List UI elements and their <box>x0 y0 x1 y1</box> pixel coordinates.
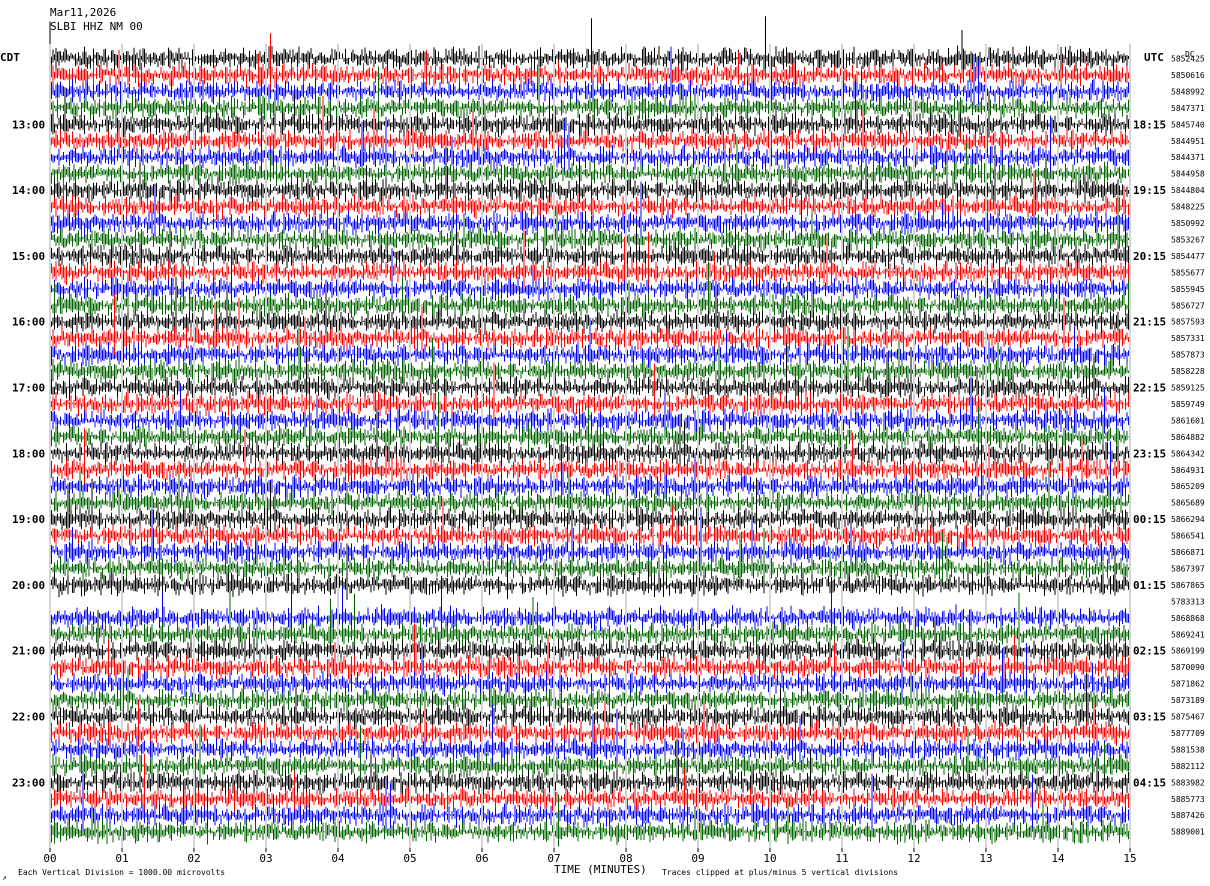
x-tick-label: 11 <box>835 852 848 865</box>
utc-hour-label: 23:15 <box>1133 447 1166 460</box>
utc-hour-label: 22:15 <box>1133 382 1166 395</box>
local-hour-label: 17:00 <box>12 382 45 395</box>
x-tick-label: 02 <box>187 852 200 865</box>
dc-offset-value: 5877709 <box>1171 729 1205 738</box>
local-hour-label: 21:00 <box>12 645 45 658</box>
dc-offset-value: 5865689 <box>1171 499 1205 508</box>
dc-offset-value: 5864342 <box>1171 449 1205 458</box>
dc-offset-value: 5859749 <box>1171 400 1205 409</box>
dc-offset-value: 5847371 <box>1171 104 1205 113</box>
local-hour-label: 19:00 <box>12 513 45 526</box>
station-label: SLBI HHZ NM 00 <box>50 20 143 33</box>
dc-offset-value: 5889001 <box>1171 828 1205 837</box>
dc-offset-value: 5866541 <box>1171 532 1205 541</box>
dc-offset-value: 5844958 <box>1171 170 1205 179</box>
x-tick-label: 10 <box>763 852 776 865</box>
x-tick-label: 06 <box>475 852 488 865</box>
dc-header-label: DC <box>1185 50 1195 59</box>
utc-hour-label: 03:15 <box>1133 711 1166 724</box>
date-label: Mar11,2026 <box>50 6 116 19</box>
utc-hour-label: 18:15 <box>1133 118 1166 131</box>
dc-offset-value: 5866294 <box>1171 515 1205 524</box>
utc-hour-label: 02:15 <box>1133 645 1166 658</box>
x-tick-label: 14 <box>1051 852 1065 865</box>
x-tick-label: 03 <box>259 852 272 865</box>
left-zone-label: CDT <box>0 51 20 64</box>
dc-offset-value: 5875467 <box>1171 713 1205 722</box>
x-tick-label: 12 <box>907 852 920 865</box>
local-hour-label: 16:00 <box>12 316 45 329</box>
utc-hour-label: 04:15 <box>1133 776 1166 789</box>
trace-row <box>49 16 1131 76</box>
dc-offset-value: 5882112 <box>1171 762 1205 771</box>
clip-note: Traces clipped at plus/minus 5 vertical … <box>662 868 898 877</box>
x-tick-label: 05 <box>403 852 416 865</box>
scale-note: Each Vertical Division = 1000.00 microvo… <box>18 868 225 877</box>
local-hour-label: 23:00 <box>12 776 45 789</box>
dc-offset-value: 5855945 <box>1171 285 1205 294</box>
dc-offset-value: 5857873 <box>1171 351 1205 360</box>
x-tick-label: 00 <box>43 852 56 865</box>
dc-offset-labels: 5852425585061658489925847371584574058449… <box>1171 55 1205 837</box>
local-hour-label: 22:00 <box>12 711 45 724</box>
dc-offset-value: 5844951 <box>1171 137 1205 146</box>
utc-hour-label: 20:15 <box>1133 250 1166 263</box>
dc-offset-value: 5844371 <box>1171 153 1205 162</box>
utc-hour-label: 19:15 <box>1133 184 1166 197</box>
dc-offset-value: 5887426 <box>1171 811 1205 820</box>
local-hour-label: 14:00 <box>12 184 45 197</box>
dc-offset-value: 5873189 <box>1171 696 1205 705</box>
dc-offset-value: 5864931 <box>1171 466 1205 475</box>
dc-offset-value: 5848992 <box>1171 87 1205 96</box>
corner-mark: ↗ <box>2 873 7 882</box>
utc-hour-labels: 18:15 19:15 20:15 21:15 22:15 23:15 00:15 01:15… <box>1133 118 1166 789</box>
dc-offset-value: 5883982 <box>1171 778 1205 787</box>
dc-offset-value: 5783313 <box>1171 597 1205 606</box>
dc-offset-value: 5885773 <box>1171 795 1205 804</box>
trace-layer <box>49 16 1131 847</box>
dc-offset-value: 5881538 <box>1171 745 1205 754</box>
dc-offset-value: 5864882 <box>1171 433 1205 442</box>
dc-offset-value: 5867397 <box>1171 564 1205 573</box>
dc-offset-value: 5858228 <box>1171 367 1205 376</box>
x-tick-label: 13 <box>979 852 992 865</box>
dc-offset-value: 5865209 <box>1171 482 1205 491</box>
x-tick-label: 09 <box>691 852 704 865</box>
dc-offset-value: 5868868 <box>1171 614 1205 623</box>
dc-offset-value: 5869241 <box>1171 630 1205 639</box>
local-hour-label: 15:00 <box>12 250 45 263</box>
dc-offset-value: 5866871 <box>1171 548 1205 557</box>
local-hour-label: 20:00 <box>12 579 45 592</box>
utc-hour-label: 01:15 <box>1133 579 1166 592</box>
x-tick-label: 04 <box>331 852 345 865</box>
dc-offset-value: 5845740 <box>1171 120 1205 129</box>
dc-offset-value: 5859125 <box>1171 384 1205 393</box>
dc-offset-value: 5853267 <box>1171 235 1205 244</box>
local-hour-label: 18:00 <box>12 447 45 460</box>
dc-offset-value: 5857593 <box>1171 318 1205 327</box>
helicorder-chart: 00 01 02 03 04 05 06 07 08 09 10 11 12 13 14 15 13:0014… <box>0 6 1205 882</box>
x-axis-title: TIME (MINUTES) <box>554 863 647 876</box>
dc-offset-value: 5848225 <box>1171 203 1205 212</box>
dc-offset-value: 5870090 <box>1171 663 1205 672</box>
dc-offset-value: 5850992 <box>1171 219 1205 228</box>
utc-hour-label: 21:15 <box>1133 316 1166 329</box>
dc-offset-value: 5867865 <box>1171 581 1205 590</box>
dc-offset-value: 5854477 <box>1171 252 1205 261</box>
local-hour-label: 13:00 <box>12 118 45 131</box>
dc-offset-value: 5857331 <box>1171 334 1205 343</box>
dc-offset-value: 5861601 <box>1171 416 1205 425</box>
dc-offset-value: 5869199 <box>1171 647 1205 656</box>
local-hour-labels: 13:00 14:00 15:00 16:00 17:00 18:00 19:00 20:00… <box>12 118 45 789</box>
dc-offset-value: 5850616 <box>1171 71 1205 80</box>
dc-offset-value: 5871862 <box>1171 680 1205 689</box>
right-zone-label: UTC <box>1144 51 1164 64</box>
dc-offset-value: 5844804 <box>1171 186 1205 195</box>
x-tick-label: 15 <box>1123 852 1136 865</box>
dc-offset-value: 5855677 <box>1171 268 1205 277</box>
utc-hour-label: 00:15 <box>1133 513 1166 526</box>
dc-offset-value: 5856727 <box>1171 301 1205 310</box>
x-tick-label: 01 <box>115 852 128 865</box>
